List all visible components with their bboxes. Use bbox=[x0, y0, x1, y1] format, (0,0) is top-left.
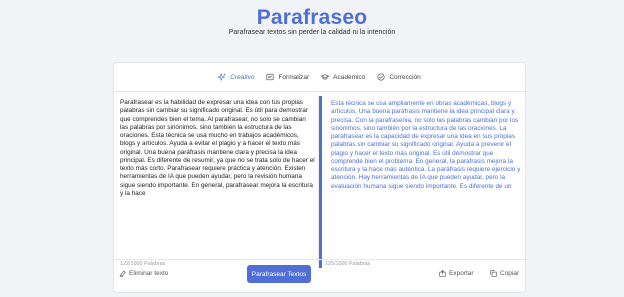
clear-text-label: Eliminar texto bbox=[129, 270, 169, 277]
input-text-area[interactable]: Parafrasear es la habilidad de expresar … bbox=[120, 99, 315, 259]
paraphrase-button-label: Parafrasear Textos bbox=[251, 270, 307, 278]
eraser-icon bbox=[119, 270, 126, 277]
export-label: Exportar bbox=[449, 270, 474, 277]
clear-text-button[interactable]: Eliminar texto bbox=[119, 270, 168, 277]
tab-label: Formalizar bbox=[278, 73, 310, 81]
copy-button[interactable]: Copiar bbox=[490, 270, 519, 277]
graduation-cap-icon bbox=[321, 73, 330, 81]
page-subtitle: Parafrasear textos sin perder la calidad… bbox=[228, 29, 396, 36]
tab-creativo[interactable]: Creativo bbox=[218, 73, 254, 81]
tab-label: Creativo bbox=[230, 73, 255, 81]
tab-academico[interactable]: Académico bbox=[321, 73, 365, 81]
check-circle-icon bbox=[377, 73, 385, 81]
input-text[interactable]: Parafrasear es la habilidad de expresar … bbox=[120, 99, 315, 198]
output-text: Esta técnica se usa ampliamente en obras… bbox=[331, 100, 521, 190]
mode-tabs: Creativo Formalizar Académico Corrección bbox=[114, 63, 525, 92]
sparkles-icon bbox=[218, 73, 226, 81]
brand-title: Parafraseo bbox=[256, 6, 368, 29]
document-icon bbox=[266, 73, 274, 81]
tab-correccion[interactable]: Corrección bbox=[377, 73, 421, 81]
tab-formalizar[interactable]: Formalizar bbox=[266, 73, 309, 81]
tab-label: Académico bbox=[333, 73, 366, 81]
export-button[interactable]: Exportar bbox=[439, 270, 474, 277]
export-icon bbox=[439, 270, 446, 277]
action-bar: Eliminar texto Parafrasear Textos Export… bbox=[114, 259, 525, 292]
paraphrase-card: Creativo Formalizar Académico Corrección… bbox=[113, 62, 526, 293]
tab-label: Corrección bbox=[389, 73, 421, 81]
output-text-area: Esta técnica se usa ampliamente en obras… bbox=[319, 96, 525, 268]
copy-label: Copiar bbox=[500, 270, 520, 277]
copy-icon bbox=[490, 270, 497, 277]
paraphrase-button[interactable]: Parafrasear Textos bbox=[247, 265, 311, 283]
